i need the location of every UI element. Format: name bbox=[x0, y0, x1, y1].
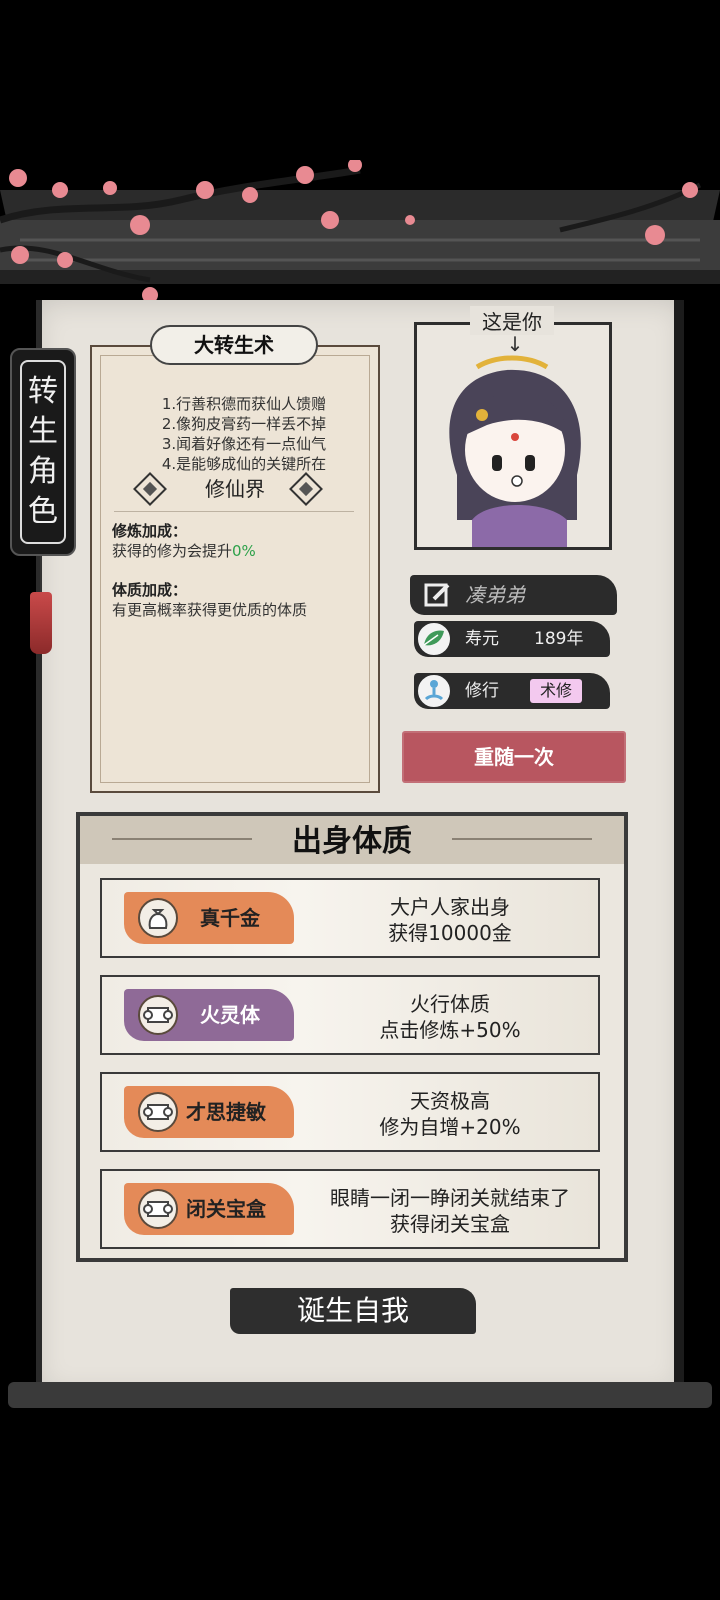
realm-label: 修仙界 bbox=[205, 477, 265, 501]
practice-type-badge: 术修 bbox=[530, 679, 583, 703]
money-bag-icon bbox=[138, 898, 178, 938]
roof-decoration bbox=[0, 160, 720, 303]
scroll-icon bbox=[138, 995, 178, 1035]
physique-bonus-text: 有更高概率获得更优质的体质 bbox=[112, 601, 308, 619]
scroll-description: 1.行善积德而获仙人馈赠 2.像狗皮膏药一样丢不掉 3.闻着好像还有一点仙气 4… bbox=[161, 395, 327, 473]
trait-description: 眼睛一闭一睁闭关就结束了 获得闭关宝盒 bbox=[330, 1186, 570, 1236]
cultivation-bonus-text: 获得的修为会提升 bbox=[112, 542, 233, 560]
trait-badge: 闭关宝盒 bbox=[124, 1183, 294, 1235]
character-name: 凑弟弟 bbox=[465, 583, 525, 607]
meditation-icon bbox=[416, 673, 452, 709]
trait-badge: 真千金 bbox=[124, 892, 294, 944]
scroll-title: 大转生术 bbox=[150, 325, 318, 365]
birth-button[interactable]: 诞生自我 bbox=[230, 1288, 476, 1334]
realm-selector[interactable]: 修仙界 bbox=[130, 472, 340, 506]
trait-description: 大户人家出身 获得10000金 bbox=[388, 895, 512, 945]
trait-name: 火灵体 bbox=[200, 1003, 260, 1027]
trait-badge: 火灵体 bbox=[124, 989, 294, 1041]
practice-label: 修行 bbox=[465, 681, 499, 701]
tassel bbox=[30, 592, 52, 654]
character-avatar bbox=[449, 355, 581, 547]
scroll-icon bbox=[138, 1092, 178, 1132]
trait-name: 才思捷敏 bbox=[186, 1100, 266, 1124]
realm-prev-diamond-icon[interactable] bbox=[133, 472, 167, 506]
reroll-button[interactable]: 重随一次 bbox=[402, 731, 626, 783]
traits-panel-title: 出身体质 bbox=[292, 824, 412, 859]
leaf-icon bbox=[416, 621, 452, 657]
physique-bonus: 体质加成： 有更高概率获得更优质的体质 bbox=[112, 580, 372, 620]
edit-icon[interactable] bbox=[424, 581, 452, 609]
cultivation-bonus-value: 0% bbox=[232, 542, 256, 560]
tassel-string bbox=[40, 556, 42, 596]
lifespan-label: 寿元 bbox=[465, 629, 499, 649]
portrait-frame bbox=[414, 322, 612, 550]
scroll-icon bbox=[138, 1189, 178, 1229]
scroll-divider bbox=[114, 511, 354, 512]
cultivation-bonus: 修炼加成： 获得的修为会提升0% bbox=[112, 521, 372, 561]
trait-badge: 才思捷敏 bbox=[124, 1086, 294, 1138]
realm-next-diamond-icon[interactable] bbox=[289, 472, 323, 506]
down-arrow-icon: ↓ bbox=[506, 332, 524, 356]
lifespan-value: 189年 bbox=[534, 629, 584, 649]
cultivation-bonus-title: 修炼加成： bbox=[112, 522, 188, 540]
reincarnation-tag-label: 转生 角色 bbox=[28, 374, 58, 529]
trait-description: 天资极高 修为自增+20% bbox=[379, 1089, 521, 1139]
trait-name: 闭关宝盒 bbox=[186, 1197, 266, 1221]
trait-description: 火行体质 点击修炼+50% bbox=[379, 992, 521, 1042]
floor-beam bbox=[8, 1382, 712, 1408]
physique-bonus-title: 体质加成： bbox=[112, 581, 188, 599]
portrait-label: 这是你 bbox=[470, 306, 554, 335]
trait-name: 真千金 bbox=[200, 906, 260, 930]
